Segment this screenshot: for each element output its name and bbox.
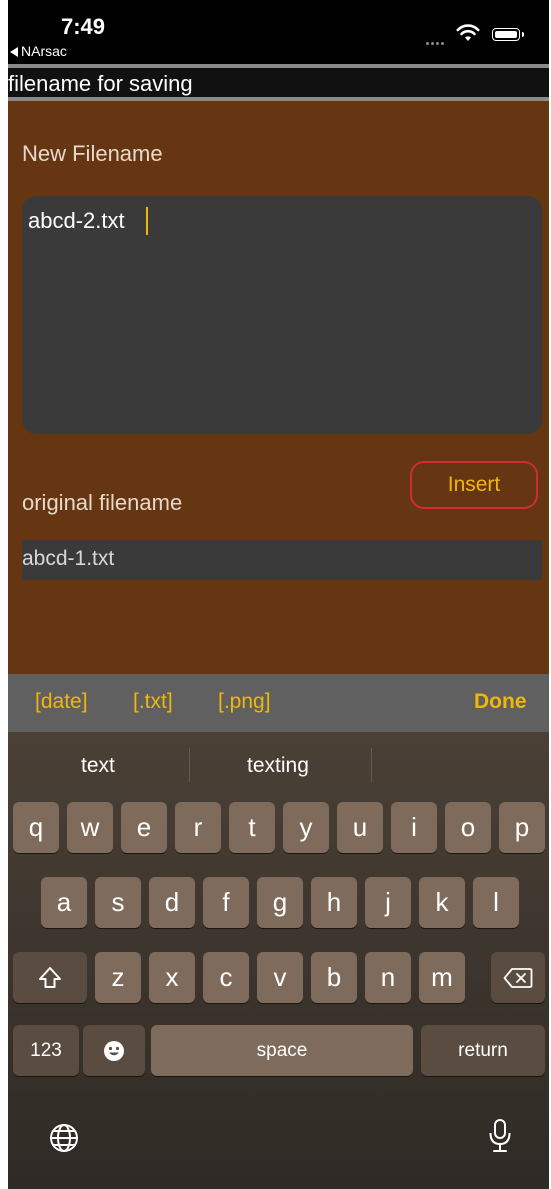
new-filename-textarea[interactable]: abcd-2.txt: [22, 196, 542, 434]
key-f[interactable]: f: [203, 877, 249, 928]
status-bar: 7:49 NArsac: [8, 0, 549, 64]
space-key[interactable]: space: [151, 1025, 413, 1076]
key-m[interactable]: m: [419, 952, 465, 1003]
keyboard-toolbar: [date] [.txt] [.png] Done: [8, 674, 549, 732]
phone-screen: 7:49 NArsac filename for saving New File…: [8, 0, 549, 1189]
key-i[interactable]: i: [391, 802, 437, 853]
original-filename-field: abcd-1.txt: [22, 540, 542, 580]
battery-icon: [492, 28, 524, 41]
key-k[interactable]: k: [419, 877, 465, 928]
key-w[interactable]: w: [67, 802, 113, 853]
key-n[interactable]: n: [365, 952, 411, 1003]
main-content: New Filename abcd-2.txt Insert original …: [8, 101, 549, 674]
insert-button[interactable]: Insert: [410, 461, 538, 509]
key-u[interactable]: u: [337, 802, 383, 853]
emoji-key[interactable]: [83, 1025, 145, 1076]
globe-icon[interactable]: [48, 1122, 80, 1154]
insert-png-button[interactable]: [.png]: [218, 690, 271, 714]
cellular-signal-icon: [426, 32, 446, 50]
key-s[interactable]: s: [95, 877, 141, 928]
page-title: filename for saving: [8, 71, 193, 96]
key-y[interactable]: y: [283, 802, 329, 853]
suggestion-item[interactable]: text: [81, 754, 115, 778]
key-p[interactable]: p: [499, 802, 545, 853]
key-z[interactable]: z: [95, 952, 141, 1003]
key-r[interactable]: r: [175, 802, 221, 853]
suggestion-divider: [189, 748, 190, 782]
text-caret: [146, 207, 148, 235]
key-g[interactable]: g: [257, 877, 303, 928]
key-c[interactable]: c: [203, 952, 249, 1003]
suggestion-divider: [371, 748, 372, 782]
emoji-icon: [104, 1040, 124, 1061]
shift-key[interactable]: [13, 952, 87, 1003]
key-b[interactable]: b: [311, 952, 357, 1003]
original-filename-label: original filename: [22, 490, 183, 515]
status-time: 7:49: [61, 14, 106, 39]
header-bar: filename for saving: [8, 68, 549, 97]
insert-date-button[interactable]: [date]: [35, 690, 88, 714]
return-key[interactable]: return: [421, 1025, 545, 1076]
key-j[interactable]: j: [365, 877, 411, 928]
key-h[interactable]: h: [311, 877, 357, 928]
delete-key[interactable]: [491, 952, 545, 1003]
wifi-icon: [456, 24, 480, 41]
key-l[interactable]: l: [473, 877, 519, 928]
key-d[interactable]: d: [149, 877, 195, 928]
back-arrow-icon: [10, 47, 18, 58]
keyboard: text texting q w e r t y u i o p a s d f…: [8, 732, 549, 1189]
shift-icon: [39, 966, 61, 988]
done-button[interactable]: Done: [474, 690, 527, 714]
original-filename-value: abcd-1.txt: [22, 547, 115, 570]
key-v[interactable]: v: [257, 952, 303, 1003]
key-e[interactable]: e: [121, 802, 167, 853]
key-q[interactable]: q: [13, 802, 59, 853]
microphone-icon[interactable]: [487, 1118, 513, 1154]
back-to-app-link[interactable]: NArsac: [10, 43, 67, 59]
delete-backspace-icon: [503, 967, 533, 988]
key-a[interactable]: a: [41, 877, 87, 928]
back-app-label: NArsac: [21, 43, 67, 59]
new-filename-label: New Filename: [22, 141, 163, 166]
insert-txt-button[interactable]: [.txt]: [133, 690, 173, 714]
key-o[interactable]: o: [445, 802, 491, 853]
key-t[interactable]: t: [229, 802, 275, 853]
numbers-key[interactable]: 123: [13, 1025, 79, 1076]
key-x[interactable]: x: [149, 952, 195, 1003]
new-filename-value: abcd-2.txt: [28, 208, 125, 233]
suggestion-item[interactable]: texting: [247, 754, 309, 778]
